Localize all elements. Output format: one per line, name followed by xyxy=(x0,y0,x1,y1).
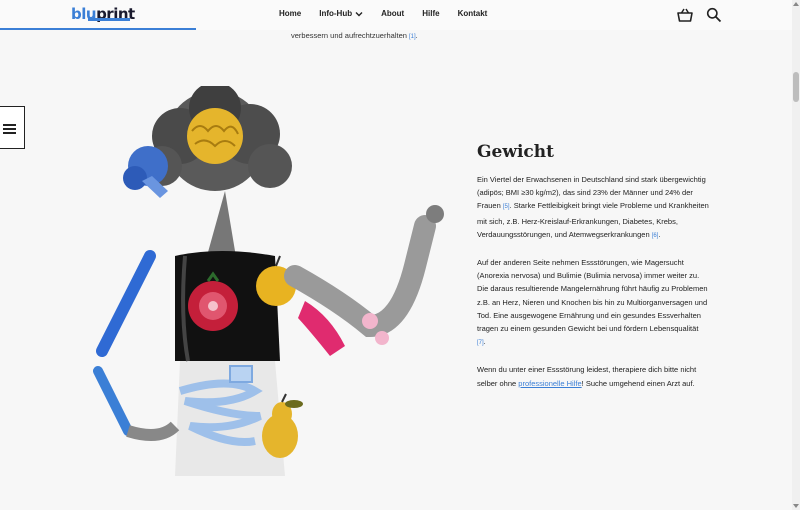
citation-ref[interactable]: [1] xyxy=(409,34,416,40)
paragraph-overweight: Ein Viertel der Erwachsenen in Deutschla… xyxy=(477,173,709,243)
nav-hilfe[interactable]: Hilfe xyxy=(422,9,439,18)
main-nav: Home Info-Hub About Hilfe Kontakt xyxy=(279,9,505,18)
citation-ref[interactable]: [5] xyxy=(503,204,510,210)
nav-about[interactable]: About xyxy=(381,9,404,18)
nav-home-label: Home xyxy=(279,9,302,18)
nav-about-label: About xyxy=(381,9,405,18)
list-icon-line xyxy=(3,128,16,130)
paragraph-text: . xyxy=(483,337,486,347)
basket-icon[interactable] xyxy=(676,7,694,28)
small-fruit-in-hand xyxy=(426,205,444,223)
intro-tail: verbessern und aufrechtzuerhalten xyxy=(291,31,407,40)
scroll-up-icon[interactable] xyxy=(793,2,799,6)
list-icon-line xyxy=(3,132,16,134)
body-food-collage-image xyxy=(80,82,460,496)
paragraph-eating-disorders: Auf der anderen Seite nehmen Essstörunge… xyxy=(477,256,709,350)
section-gewicht: Gewicht Ein Viertel der Erwachsenen in D… xyxy=(477,142,709,403)
paragraph-text: ! Suche umgehend einen Arzt auf. xyxy=(581,378,695,388)
nav-kontakt[interactable]: Kontakt xyxy=(458,9,488,18)
header: bluprint Home Info-Hub About Hilfe Konta… xyxy=(0,0,792,30)
nav-hilfe-label: Hilfe xyxy=(422,9,440,18)
paragraph-help: Wenn du unter einer Essstörung leidest, … xyxy=(477,363,709,389)
celery-arm xyxy=(93,250,180,441)
nav-info-hub[interactable]: Info-Hub xyxy=(319,9,363,18)
apple-stem xyxy=(275,255,281,267)
chevron-down-icon xyxy=(355,11,363,16)
nav-home[interactable]: Home xyxy=(279,9,301,18)
scrollbar-thumb[interactable] xyxy=(793,72,799,102)
paragraph-text: Auf der anderen Seite nehmen Essstörunge… xyxy=(477,258,708,334)
reading-progress-bar xyxy=(0,28,196,30)
blue-broccoli xyxy=(123,146,168,198)
scrollbar[interactable] xyxy=(792,0,800,510)
professional-help-link[interactable]: professionelle Hilfe xyxy=(518,379,581,388)
intro-tail-text: verbessern und aufrechtzuerhalten [1]. xyxy=(291,31,418,40)
scroll-down-icon[interactable] xyxy=(793,504,799,508)
paragraph-text: . Starke Fettleibigkeit bringt viele Pro… xyxy=(477,201,709,239)
search-icon[interactable] xyxy=(706,7,722,28)
nav-info-hub-label: Info-Hub xyxy=(319,9,353,18)
logo-underline xyxy=(88,18,130,21)
list-icon xyxy=(3,124,16,126)
citation-ref[interactable]: [7] xyxy=(477,340,484,346)
table-of-contents-button[interactable] xyxy=(0,106,25,149)
nav-kontakt-label: Kontakt xyxy=(457,9,488,18)
section-title: Gewicht xyxy=(477,142,554,162)
paragraph-text: . xyxy=(658,229,661,239)
arm-with-meat xyxy=(284,205,444,356)
